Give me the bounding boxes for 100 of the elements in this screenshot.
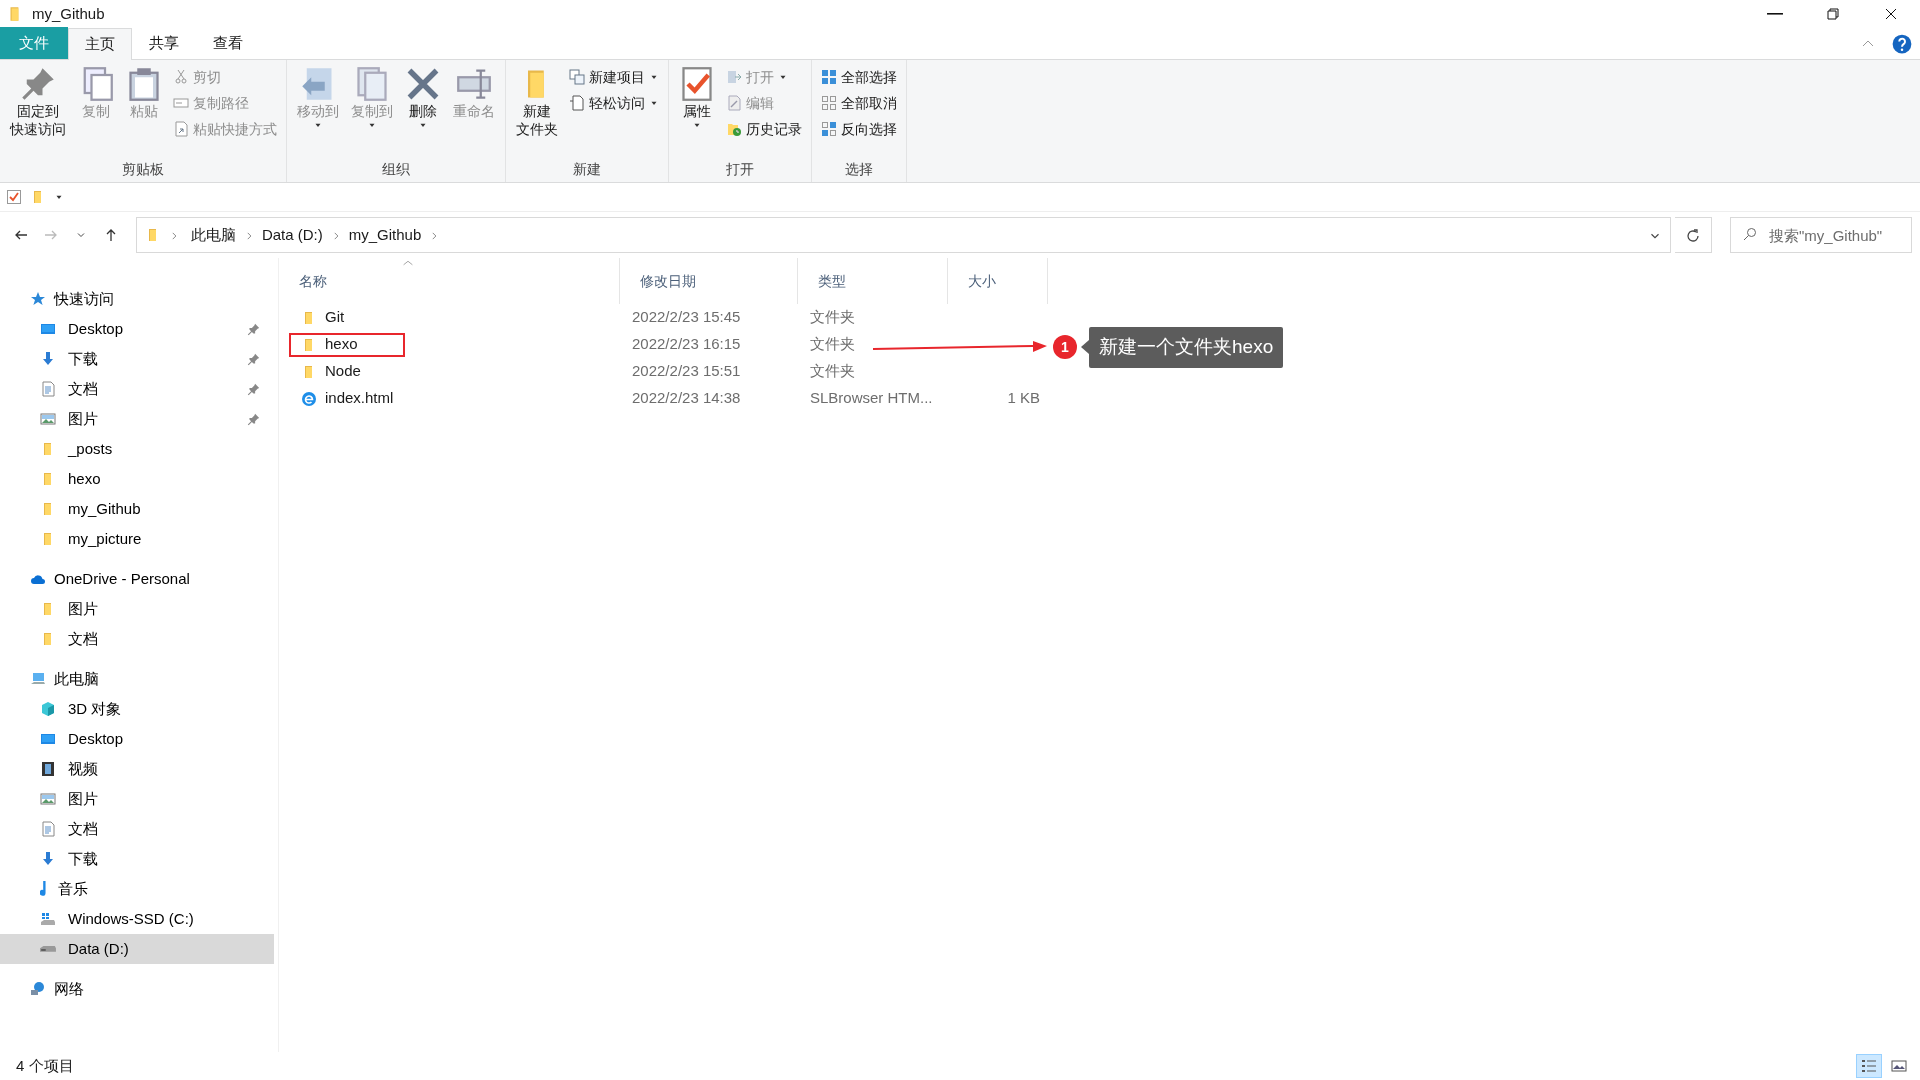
film-icon bbox=[40, 761, 56, 777]
file-type: 文件夹 bbox=[809, 361, 856, 382]
column-header[interactable]: 修改日期 bbox=[620, 258, 798, 304]
sidebar-item[interactable]: 图片 bbox=[0, 594, 274, 624]
window-title: my_Github bbox=[32, 3, 105, 24]
desktop-icon bbox=[40, 321, 56, 337]
ribbon-button[interactable]: 反向选择 bbox=[818, 116, 900, 142]
browser-file-icon bbox=[301, 390, 317, 407]
ribbon-button[interactable]: 历史记录 bbox=[723, 116, 805, 142]
invert-grid-icon bbox=[821, 121, 837, 137]
group-label: 剪贴板 bbox=[121, 160, 165, 179]
network-icon bbox=[30, 981, 46, 997]
sidebar-item[interactable]: 下载 bbox=[0, 844, 274, 874]
sidebar-item[interactable]: 文档 bbox=[0, 624, 274, 654]
column-header[interactable]: 类型 bbox=[798, 258, 948, 304]
path-icon bbox=[173, 95, 189, 111]
sidebar-section[interactable]: 网络 bbox=[0, 974, 274, 1004]
pin-icon bbox=[247, 323, 260, 337]
open-icon bbox=[726, 69, 742, 85]
file-name[interactable]: Node bbox=[289, 359, 405, 384]
file-name[interactable]: Git bbox=[289, 305, 405, 330]
modified-date: 2022/2/23 16:15 bbox=[631, 334, 742, 355]
document-icon bbox=[569, 95, 585, 111]
sidebar-item[interactable]: Desktop bbox=[0, 724, 274, 754]
delete-icon bbox=[405, 66, 441, 102]
refresh-button[interactable] bbox=[1675, 217, 1712, 253]
grid-icon bbox=[821, 69, 837, 85]
checkmark-icon bbox=[6, 189, 22, 205]
copy-icon bbox=[354, 66, 390, 102]
sidebar-item[interactable]: 图片 bbox=[0, 404, 274, 434]
sidebar-item[interactable]: hexo bbox=[0, 464, 274, 494]
sidebar-item[interactable]: 音乐 bbox=[0, 874, 274, 904]
modified-date: 2022/2/23 15:45 bbox=[631, 307, 742, 328]
close-icon bbox=[1883, 6, 1899, 22]
pointer-icon bbox=[1081, 340, 1089, 355]
group-label: 选择 bbox=[844, 160, 874, 179]
file-name[interactable]: hexo bbox=[289, 332, 405, 357]
sidebar-section[interactable]: 此电脑 bbox=[0, 664, 274, 694]
star-icon bbox=[30, 291, 46, 307]
sidebar-item[interactable]: Windows-SSD (C:) bbox=[0, 904, 274, 934]
sidebar-item[interactable]: my_picture bbox=[0, 524, 274, 554]
ribbon-tab[interactable]: 共享 bbox=[132, 27, 196, 59]
music-note-icon bbox=[40, 881, 46, 897]
download-arrow-icon bbox=[40, 351, 56, 367]
ribbon-button[interactable]: 全部取消 bbox=[818, 90, 900, 116]
ribbon-tab[interactable]: 主页 bbox=[68, 28, 132, 60]
item-count: 4 个项目 bbox=[16, 1055, 74, 1076]
refresh-icon bbox=[1685, 227, 1701, 244]
group-label: 组织 bbox=[381, 160, 411, 179]
checkmark-document-icon bbox=[679, 66, 715, 102]
ribbon-tab[interactable]: 查看 bbox=[196, 27, 260, 59]
breadcrumb[interactable]: my_Github bbox=[344, 223, 426, 247]
empty-grid-icon bbox=[821, 95, 837, 111]
ribbon-button[interactable]: 删除 bbox=[401, 64, 445, 158]
sidebar-item[interactable]: Data (D:) bbox=[0, 934, 274, 964]
sidebar-item[interactable]: 下载 bbox=[0, 344, 274, 374]
sidebar-section[interactable]: OneDrive - Personal bbox=[0, 564, 274, 594]
new-item-icon bbox=[569, 69, 585, 85]
document-icon bbox=[40, 821, 56, 837]
sidebar-item[interactable]: 图片 bbox=[0, 784, 274, 814]
document-icon bbox=[40, 381, 56, 397]
search-field[interactable]: 搜索"my_Github" bbox=[1730, 217, 1912, 253]
modified-date: 2022/2/23 15:51 bbox=[631, 361, 742, 382]
sidebar-item[interactable]: 文档 bbox=[0, 374, 274, 404]
group-label: 新建 bbox=[572, 160, 602, 179]
sidebar-item[interactable]: 视频 bbox=[0, 754, 274, 784]
pin-icon bbox=[247, 413, 260, 427]
step-number: 1 bbox=[1053, 335, 1077, 360]
picture-view-icon bbox=[1891, 1058, 1907, 1074]
file-type: 文件夹 bbox=[809, 334, 856, 355]
sidebar-item[interactable]: 3D 对象 bbox=[0, 694, 274, 724]
sidebar-section[interactable]: 快速访问 bbox=[0, 284, 274, 314]
sidebar-item[interactable]: Desktop bbox=[0, 314, 274, 344]
breadcrumb[interactable]: 此电脑 bbox=[186, 223, 240, 247]
ribbon-button[interactable]: 固定到 快速访问 bbox=[6, 64, 70, 158]
sidebar-item[interactable]: 文档 bbox=[0, 814, 274, 844]
search-icon bbox=[1742, 226, 1758, 242]
edit-icon bbox=[726, 95, 742, 111]
desktop-icon bbox=[40, 731, 56, 747]
group-label: 打开 bbox=[725, 160, 755, 179]
shortcut-icon bbox=[173, 121, 189, 137]
file-name[interactable]: index.html bbox=[289, 386, 405, 411]
file-type: SLBrowser HTM... bbox=[809, 388, 934, 409]
ribbon-button[interactable]: 全部选择 bbox=[818, 64, 900, 90]
view-button[interactable] bbox=[1856, 1054, 1882, 1078]
ribbon-button[interactable]: 属性 bbox=[675, 64, 719, 158]
scissors-icon bbox=[173, 69, 189, 85]
sidebar-item[interactable]: my_Github bbox=[0, 494, 274, 524]
pin-icon bbox=[247, 353, 260, 367]
callout-text: 新建一个文件夹hexo bbox=[1089, 327, 1284, 368]
sidebar-item[interactable]: _posts bbox=[0, 434, 274, 464]
address-bar[interactable]: 此电脑 Data (D:) my_Github bbox=[135, 217, 1672, 253]
rename-icon bbox=[456, 66, 492, 102]
column-header[interactable]: 大小 bbox=[948, 258, 1048, 304]
ribbon-button[interactable]: 新建 文件夹 bbox=[512, 64, 562, 158]
breadcrumb[interactable]: Data (D:) bbox=[257, 223, 327, 247]
ribbon-button[interactable]: 新建项目 bbox=[566, 64, 662, 90]
column-header[interactable]: 名称 bbox=[279, 258, 620, 304]
ribbon-button[interactable]: 轻松访问 bbox=[566, 90, 662, 116]
history-icon bbox=[726, 121, 742, 137]
